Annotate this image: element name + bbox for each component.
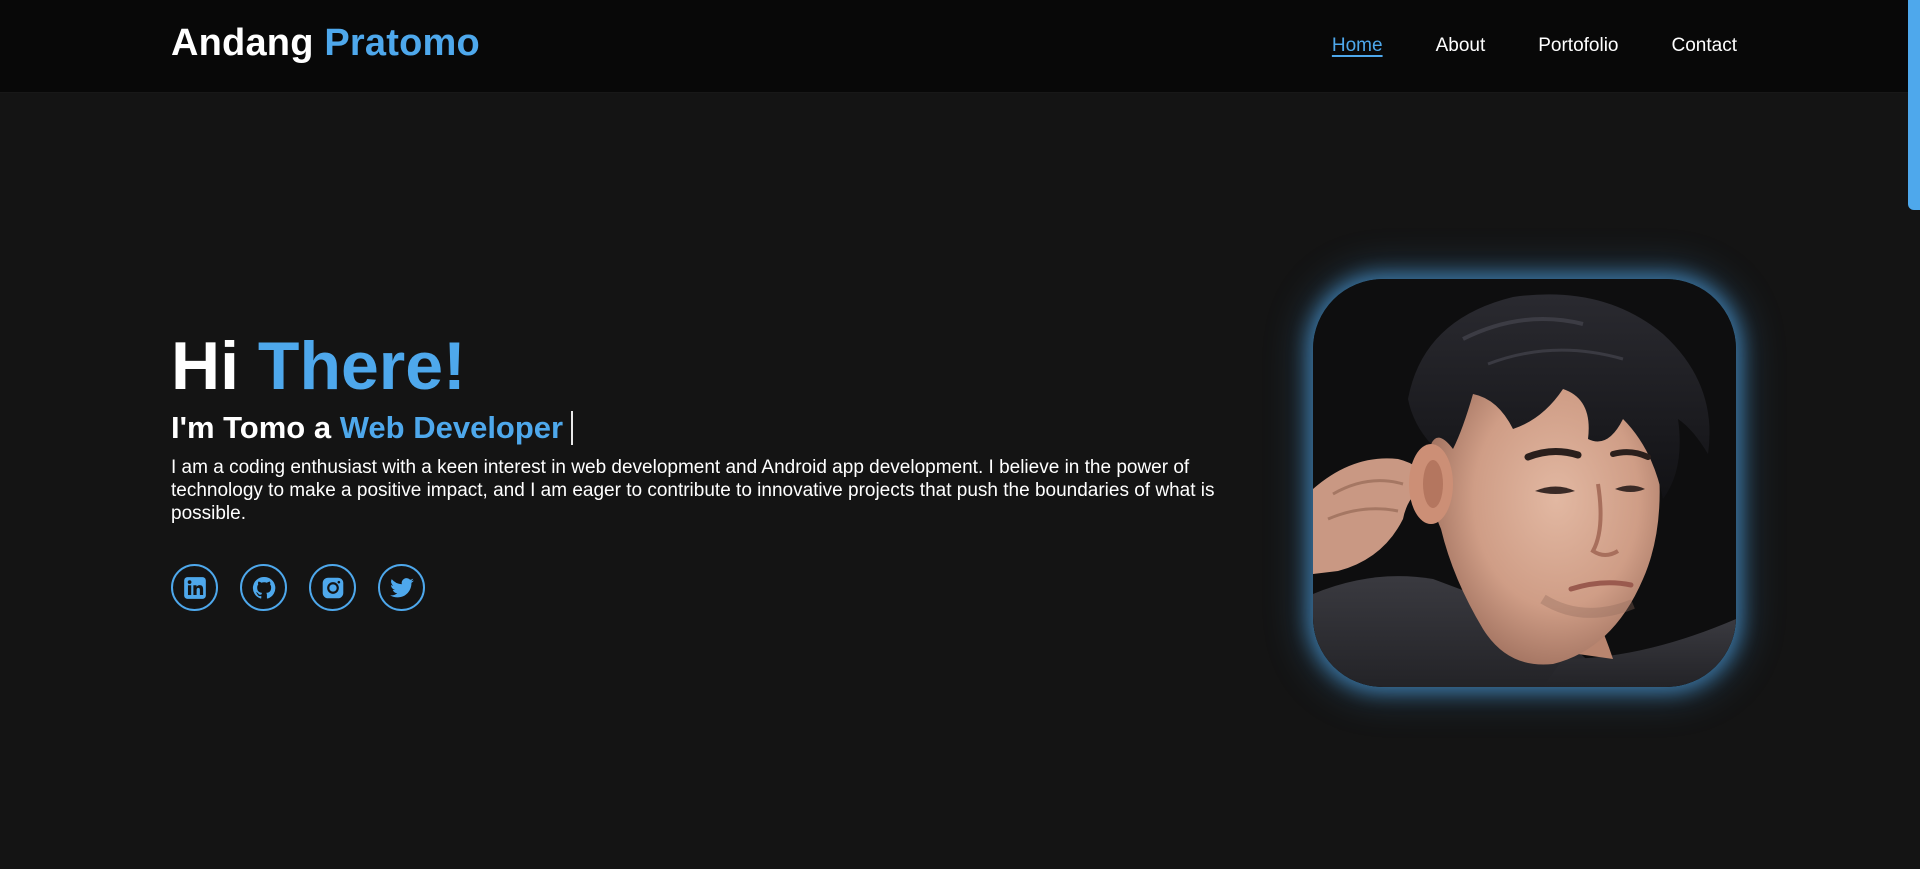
profile-portrait-image <box>1313 279 1736 687</box>
hero-section: Hi There! I'm Tomo a Web Developer I am … <box>171 330 1231 611</box>
nav-about-link[interactable]: About <box>1436 35 1486 57</box>
linkedin-icon <box>183 576 206 599</box>
site-logo[interactable]: Andang Pratomo <box>171 22 480 65</box>
github-icon <box>252 576 275 599</box>
site-header: Andang Pratomo Home About Portofolio Con… <box>0 0 1908 92</box>
nav-home-link[interactable]: Home <box>1332 35 1383 57</box>
social-links <box>171 564 1231 611</box>
instagram-button[interactable] <box>309 564 356 611</box>
profile-photo <box>1313 279 1736 687</box>
main-nav: Home About Portofolio Contact <box>1332 0 1737 92</box>
linkedin-button[interactable] <box>171 564 218 611</box>
nav-portofolio-link[interactable]: Portofolio <box>1538 35 1618 57</box>
typing-caret <box>571 411 574 445</box>
hero-subtitle: I'm Tomo a Web Developer <box>171 410 1231 446</box>
twitter-button[interactable] <box>378 564 425 611</box>
subtitle-role: Web Developer <box>339 410 564 445</box>
logo-first-name: Andang <box>171 22 314 64</box>
nav-contact-link[interactable]: Contact <box>1672 35 1737 57</box>
greeting-accent: There! <box>257 328 466 404</box>
hero-greeting: Hi There! <box>171 330 1231 402</box>
page-scrollbar[interactable] <box>1908 0 1920 869</box>
hero-description: I am a coding enthusiast with a keen int… <box>171 457 1215 524</box>
twitter-icon <box>389 577 414 597</box>
subtitle-plain: I'm Tomo a <box>171 410 332 445</box>
instagram-icon <box>322 577 343 598</box>
greeting-plain: Hi <box>171 328 239 404</box>
scrollbar-thumb[interactable] <box>1908 0 1920 210</box>
logo-last-name: Pratomo <box>324 22 480 64</box>
github-button[interactable] <box>240 564 287 611</box>
